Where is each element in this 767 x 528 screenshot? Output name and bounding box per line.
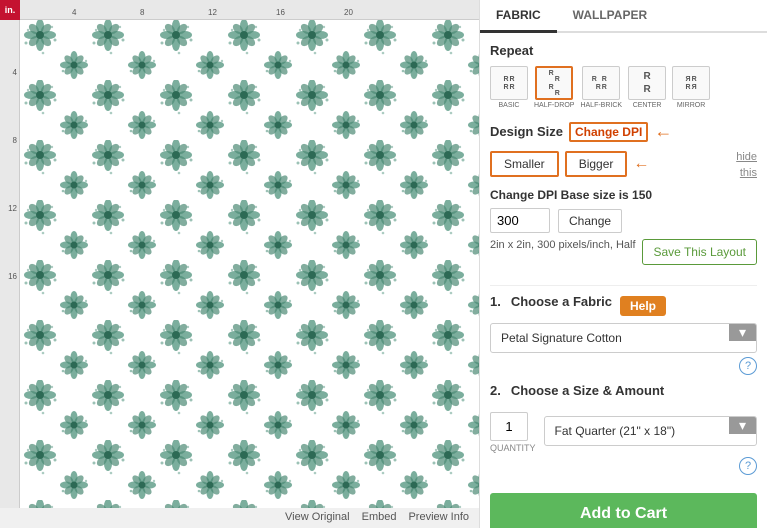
help-button[interactable]: Help	[620, 296, 666, 316]
bigger-button[interactable]: Bigger	[565, 151, 628, 177]
ruler-mark-12: 12	[208, 8, 217, 17]
hide-this-link[interactable]: hidethis	[736, 151, 757, 179]
repeat-half-drop[interactable]: RRRR HALF-DROP	[534, 66, 574, 109]
dpi-info: Change DPI Base size is 150	[490, 188, 757, 202]
repeat-half-brick[interactable]: RRRR HALF-BRICK	[580, 66, 622, 109]
tab-wallpaper[interactable]: WALLPAPER	[557, 0, 663, 33]
size-info-row: ?	[490, 457, 757, 475]
view-original-link[interactable]: View Original	[285, 511, 350, 523]
fabric-selected-value: Petal Signature Cotton	[491, 324, 729, 352]
preview-info-link[interactable]: Preview Info	[408, 511, 469, 523]
smaller-button[interactable]: Smaller	[490, 151, 559, 177]
choose-size-step: 2.	[490, 383, 501, 398]
repeat-basic-icon: RRRR	[490, 66, 528, 100]
repeat-half-brick-icon: RRRR	[582, 66, 620, 100]
design-size-label: Design Size	[490, 124, 563, 139]
ruler-mark-8: 8	[140, 8, 144, 17]
tabs-row: FABRIC WALLPAPER	[480, 0, 767, 33]
bottom-links: View Original Embed Preview Info	[285, 511, 469, 523]
choose-fabric-label: Choose a Fabric	[511, 294, 612, 309]
choose-fabric-header: 1. Choose a Fabric Help	[490, 294, 757, 317]
repeat-half-brick-label: HALF-BRICK	[580, 102, 622, 109]
size-selected-value: Fat Quarter (21" x 18")	[545, 417, 729, 445]
repeat-basic-label: BASIC	[498, 102, 519, 109]
fabric-info-icon[interactable]: ?	[739, 357, 757, 375]
ruler-mark-16: 16	[276, 8, 285, 17]
repeat-center[interactable]: R R CENTER	[628, 66, 666, 109]
fabric-dropdown-arrow[interactable]: ▾	[729, 324, 756, 341]
repeat-title: Repeat	[490, 43, 757, 58]
ruler-mark-20: 20	[344, 8, 353, 17]
repeat-options: RRRR BASIC RRRR HALF-DROP RRRR	[490, 66, 757, 109]
repeat-mirror-icon: ЯRRЯ	[672, 66, 710, 100]
hide-this-container: hidethis	[736, 148, 757, 180]
size-dropdown-arrow[interactable]: ▾	[729, 417, 756, 434]
choose-fabric-step: 1.	[490, 294, 501, 309]
repeat-mirror-label: MIRROR	[677, 102, 705, 109]
choose-size-header: 2. Choose a Size & Amount	[490, 383, 757, 406]
size-dropdown[interactable]: Fat Quarter (21" x 18") ▾	[544, 416, 757, 446]
size-amount-row: QUANTITY Fat Quarter (21" x 18") ▾	[490, 412, 757, 453]
repeat-basic[interactable]: RRRR BASIC	[490, 66, 528, 109]
add-to-cart-button[interactable]: Add to Cart	[490, 493, 757, 528]
dpi-input-row: Change	[490, 208, 757, 233]
logo-badge: in.	[0, 0, 20, 20]
arrow-right-icon: ←	[654, 121, 672, 142]
choose-size-label: Choose a Size & Amount	[511, 383, 664, 398]
size-info-icon[interactable]: ?	[739, 457, 757, 475]
logo-text: in.	[5, 5, 16, 15]
design-size-row: Design Size Change DPI ←	[490, 121, 757, 142]
right-content: Repeat RRRR BASIC RRRR HALF-DROP	[480, 43, 767, 528]
repeat-center-icon: R R	[628, 66, 666, 100]
change-dpi-link[interactable]: Change DPI	[569, 122, 648, 142]
tab-fabric[interactable]: FABRIC	[480, 0, 557, 33]
divider-1	[490, 285, 757, 286]
repeat-mirror[interactable]: ЯRRЯ MIRROR	[672, 66, 710, 109]
repeat-half-drop-icon: RRRR	[535, 66, 573, 100]
ruler-mark-l8: 8	[13, 136, 17, 145]
fabric-pattern-svg	[20, 20, 479, 508]
size-buttons-container: Smaller Bigger ←	[490, 151, 649, 177]
dpi-input[interactable]	[490, 208, 550, 233]
ruler-mark-l4: 4	[13, 68, 17, 77]
repeat-center-label: CENTER	[633, 102, 662, 109]
fabric-canvas	[20, 20, 479, 508]
ruler-top: 4 8 12 16 20	[20, 0, 479, 20]
quantity-input[interactable]	[490, 412, 528, 441]
arrow-left-icon: ←	[633, 155, 649, 173]
quantity-label: QUANTITY	[490, 443, 536, 453]
ruler-mark-l12: 12	[8, 204, 17, 213]
ruler-mark-l16: 16	[8, 272, 17, 281]
fabric-dropdown[interactable]: Petal Signature Cotton ▾	[490, 323, 757, 353]
ruler-mark-4: 4	[72, 8, 76, 17]
fabric-preview-panel: in. 4 8 12 16 20 4 8 12 16	[0, 0, 480, 528]
save-layout-button[interactable]: Save This Layout	[642, 239, 757, 265]
fabric-info-row: ?	[490, 357, 757, 375]
change-dpi-button[interactable]: Change	[558, 209, 622, 233]
ruler-left: 4 8 12 16	[0, 20, 20, 508]
size-desc-row: Save This Layout 2in x 2in, 300 pixels/i…	[490, 239, 757, 277]
embed-link[interactable]: Embed	[362, 511, 397, 523]
right-panel: FABRIC WALLPAPER Repeat RRRR BASIC RRRR	[480, 0, 767, 528]
repeat-half-drop-label: HALF-DROP	[534, 102, 574, 109]
quantity-container: QUANTITY	[490, 412, 536, 453]
